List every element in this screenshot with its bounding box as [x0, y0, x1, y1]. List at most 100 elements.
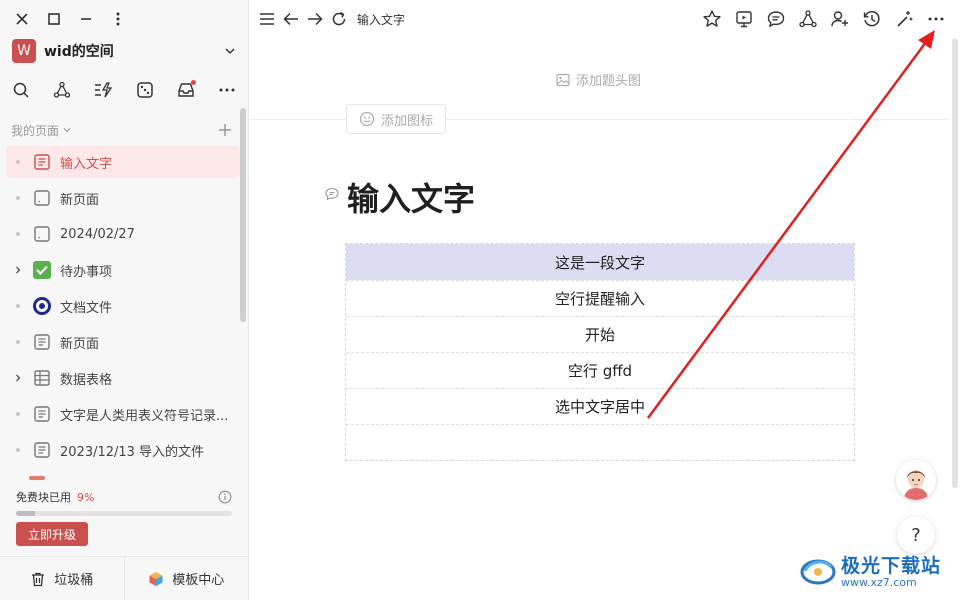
usage-progress-fill	[16, 511, 36, 516]
bullet-dot	[12, 444, 24, 456]
info-icon[interactable]	[218, 490, 232, 504]
space-name: wid的空间	[44, 44, 114, 60]
page-label: 数据表格	[60, 372, 113, 388]
space-switcher[interactable]: W wid的空间	[12, 38, 238, 64]
table-row[interactable]: 选中文字居中	[346, 388, 854, 424]
inbox-icon[interactable]	[173, 78, 199, 102]
more-icon[interactable]	[214, 78, 240, 102]
app-window: W wid的空间 我的页面 输入文字 新页面 2024/02/27 待办事项 文…	[0, 0, 960, 600]
page-item[interactable]: 输入文字	[6, 146, 240, 178]
editor-scrollbar[interactable]	[952, 38, 958, 488]
bullet-dot	[12, 408, 24, 420]
add-cover-button[interactable]: 添加题头图	[556, 70, 641, 89]
page-label: 2024/02/27	[60, 226, 135, 242]
template-cube-icon	[149, 571, 163, 586]
dot	[16, 160, 20, 164]
present-icon[interactable]	[734, 8, 754, 30]
comment-bubble-icon[interactable]	[324, 186, 340, 202]
usage-info: 免费块已用 9%	[16, 489, 232, 505]
doc-icon	[32, 440, 52, 460]
top-actions	[702, 8, 946, 30]
blank-page-icon	[32, 188, 52, 208]
page-label: 2023/12/13 导入的文件	[60, 444, 205, 460]
refresh-icon[interactable]	[329, 9, 349, 29]
expand-chevron-icon[interactable]	[12, 264, 24, 276]
chevron-down-icon	[225, 48, 235, 55]
dot	[16, 340, 20, 344]
page-item[interactable]: 2024/02/27	[6, 218, 240, 250]
page-item[interactable]: 数据表格	[6, 362, 240, 394]
sidebar-toolbar	[8, 78, 240, 102]
table-row[interactable]: 这是一段文字	[346, 244, 854, 280]
history-icon[interactable]	[862, 8, 882, 30]
add-icon-button[interactable]: 添加图标	[346, 104, 447, 134]
smiley-icon	[359, 111, 375, 127]
flash-list-icon[interactable]	[90, 78, 116, 102]
blank-page-icon	[32, 224, 52, 244]
minimize-icon[interactable]	[78, 9, 94, 29]
table-row[interactable]	[346, 424, 854, 460]
trash-button[interactable]: 垃圾桶	[0, 557, 124, 600]
table-row[interactable]: 空行 gffd	[346, 352, 854, 388]
comment-icon[interactable]	[766, 8, 786, 30]
dot	[16, 304, 20, 308]
upgrade-button[interactable]: 立即升级	[16, 522, 88, 546]
watermark-logo: 极光下载站 www.xz7.com	[799, 545, 959, 595]
bullet-dot	[12, 336, 24, 348]
menu-icon[interactable]	[257, 9, 277, 29]
watermark-url: www.xz7.com	[841, 576, 917, 589]
page-item[interactable]: 新页面	[6, 182, 240, 214]
page-label: 新页面	[60, 192, 100, 208]
page-item[interactable]: 文档文件	[6, 290, 240, 322]
dice-icon[interactable]	[132, 78, 158, 102]
page-breadcrumb-title: 输入文字	[357, 12, 406, 27]
more-icon[interactable]	[926, 8, 946, 30]
image-icon	[556, 73, 570, 86]
sidebar: W wid的空间 我的页面 输入文字 新页面 2024/02/27 待办事项 文…	[0, 0, 249, 600]
expand-chevron-icon[interactable]	[12, 372, 24, 384]
document-table: 这是一段文字 空行提醒输入 开始 空行 gffd 选中文字居中	[345, 243, 855, 461]
doc-icon	[32, 332, 52, 352]
notification-dot	[190, 80, 196, 85]
table-row[interactable]: 开始	[346, 316, 854, 352]
kebab-menu-icon[interactable]	[110, 9, 126, 29]
target-icon	[32, 296, 52, 316]
table-row[interactable]: 空行提醒输入	[346, 280, 854, 316]
dot	[16, 448, 20, 452]
magic-wand-icon[interactable]	[894, 8, 914, 30]
page-item[interactable]: 2023/12/13 导入的文件	[6, 434, 240, 466]
page-item[interactable]: 文字是人类用表义符号记录...	[6, 398, 240, 430]
page-label: 待办事项	[60, 264, 113, 280]
assistant-avatar[interactable]	[896, 460, 936, 500]
template-center-button[interactable]: 模板中心	[123, 557, 249, 600]
back-arrow-icon[interactable]	[281, 9, 301, 29]
window-controls	[14, 9, 126, 29]
page-label: 文字是人类用表义符号记录...	[60, 408, 229, 424]
sidebar-scrollbar[interactable]	[240, 108, 246, 322]
bullet-dot	[12, 192, 24, 204]
forward-arrow-icon[interactable]	[305, 9, 325, 29]
add-user-icon[interactable]	[830, 8, 850, 30]
graph-icon[interactable]	[49, 78, 75, 102]
watermark-text: 极光下载站 www.xz7.com	[841, 551, 941, 589]
dot	[16, 232, 20, 236]
add-page-icon[interactable]	[217, 122, 233, 138]
share-graph-icon[interactable]	[798, 8, 818, 30]
dot	[16, 412, 20, 416]
star-icon[interactable]	[702, 8, 722, 30]
usage-label: 免费块已用	[16, 491, 71, 504]
dot	[16, 196, 20, 200]
document-title[interactable]: 输入文字	[347, 174, 475, 220]
close-icon[interactable]	[14, 9, 30, 29]
bullet-dot	[12, 300, 24, 312]
page-item[interactable]: 新页面	[6, 326, 240, 358]
template-label: 模板中心	[172, 573, 225, 588]
add-icon-label: 添加图标	[381, 113, 434, 129]
maximize-icon[interactable]	[46, 9, 62, 29]
usage-percent: 9%	[77, 490, 95, 504]
my-pages-header[interactable]: 我的页面	[11, 120, 233, 140]
search-icon[interactable]	[8, 78, 34, 102]
page-item[interactable]: 待办事项	[6, 254, 240, 286]
doc-icon	[32, 404, 52, 424]
section-label: 我的页面	[11, 123, 60, 138]
